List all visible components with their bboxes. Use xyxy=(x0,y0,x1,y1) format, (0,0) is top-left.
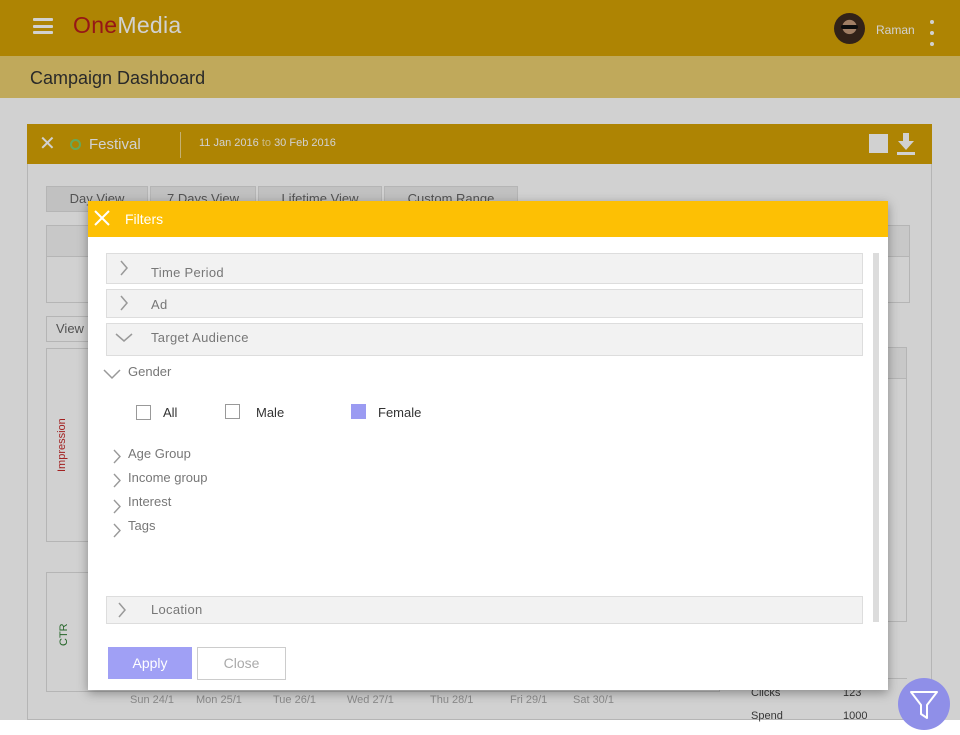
accordion-label: Location xyxy=(151,602,203,617)
chevron-right-icon xyxy=(120,260,128,276)
chevron-right-icon[interactable] xyxy=(112,523,122,538)
gender-all-checkbox[interactable] xyxy=(136,405,151,420)
age-group-label[interactable]: Age Group xyxy=(128,446,191,461)
chevron-right-icon xyxy=(118,602,126,618)
gender-female-checkbox[interactable] xyxy=(351,404,366,419)
gender-male-checkbox[interactable] xyxy=(225,404,240,419)
filter-fab-button[interactable] xyxy=(898,678,950,730)
accordion-target-audience[interactable]: Target Audience xyxy=(106,323,863,356)
income-group-label[interactable]: Income group xyxy=(128,470,208,485)
chevron-right-icon[interactable] xyxy=(112,499,122,514)
tags-label[interactable]: Tags xyxy=(128,518,155,533)
gender-male-label[interactable]: Male xyxy=(256,405,284,420)
accordion-label: Ad xyxy=(151,297,168,312)
filters-dialog-header xyxy=(88,201,888,237)
accordion-label: Target Audience xyxy=(151,330,249,345)
close-button[interactable]: Close xyxy=(197,647,286,680)
filters-scrollbar[interactable] xyxy=(873,253,879,622)
chevron-right-icon[interactable] xyxy=(112,473,122,488)
accordion-location[interactable]: Location xyxy=(106,596,863,624)
chevron-right-icon xyxy=(120,295,128,311)
gender-all-label[interactable]: All xyxy=(163,405,177,420)
gender-chevron-down-icon[interactable] xyxy=(102,368,122,380)
filters-dialog-title: Filters xyxy=(125,211,164,227)
chevron-right-icon[interactable] xyxy=(112,449,122,464)
interest-label[interactable]: Interest xyxy=(128,494,171,509)
accordion-label: Time Period xyxy=(151,265,224,280)
close-icon[interactable] xyxy=(94,210,110,226)
chevron-down-icon xyxy=(115,333,133,342)
filter-icon xyxy=(910,691,938,719)
gender-female-label[interactable]: Female xyxy=(378,405,421,420)
apply-button[interactable]: Apply xyxy=(108,647,192,679)
accordion-time-period[interactable]: Time Period xyxy=(106,253,863,284)
gender-label[interactable]: Gender xyxy=(128,364,171,379)
accordion-ad[interactable]: Ad xyxy=(106,289,863,318)
